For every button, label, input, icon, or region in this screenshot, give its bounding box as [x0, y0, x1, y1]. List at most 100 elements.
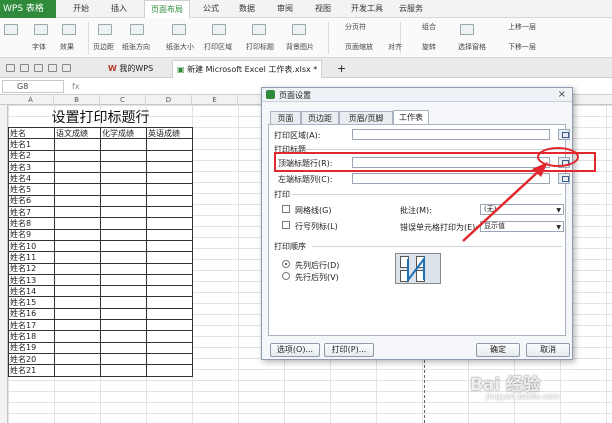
ok-button[interactable]: 确定 [476, 343, 520, 357]
cell[interactable] [146, 239, 193, 253]
cell[interactable] [54, 183, 101, 196]
ribbon-bring-forward[interactable]: 上移一层 [508, 22, 536, 32]
name-cell[interactable]: 姓名3 [8, 160, 55, 174]
header-cell-chinese[interactable]: 语文成绩 [54, 126, 101, 140]
cell[interactable] [100, 138, 147, 151]
gridlines-checkbox[interactable] [282, 205, 290, 213]
effects-icon[interactable] [62, 24, 76, 35]
name-cell[interactable]: 姓名18 [8, 330, 55, 343]
margins-icon[interactable] [98, 24, 112, 35]
comments-select[interactable]: (无) ▼ [480, 204, 564, 215]
cell[interactable] [146, 160, 193, 174]
cell[interactable] [146, 194, 193, 208]
dialog-tab-margins[interactable]: 页边距 [301, 111, 339, 125]
name-box[interactable]: G8 [2, 80, 64, 93]
cell[interactable] [54, 206, 101, 219]
cell[interactable] [146, 262, 193, 275]
cell[interactable] [100, 341, 147, 354]
column-header-b[interactable]: B [54, 95, 100, 105]
name-cell[interactable]: 姓名21 [8, 364, 55, 377]
name-cell[interactable]: 姓名15 [8, 296, 55, 309]
cell[interactable] [146, 138, 193, 151]
dialog-tab-page[interactable]: 页面 [270, 111, 301, 125]
app-menu-button[interactable]: WPS 表格 [0, 0, 56, 18]
print-area-input[interactable] [352, 129, 550, 140]
cell[interactable] [146, 273, 193, 287]
name-cell[interactable]: 姓名10 [8, 239, 55, 253]
background-image-icon[interactable] [292, 24, 306, 35]
redo-icon[interactable] [62, 64, 71, 72]
dialog-titlebar[interactable]: 页面设置 × [262, 88, 572, 102]
cell[interactable] [100, 183, 147, 196]
undo-icon[interactable] [48, 64, 57, 72]
tab-workbook[interactable]: ▣ 新建 Microsoft Excel 工作表.xlsx * [172, 60, 323, 78]
cell[interactable] [146, 296, 193, 309]
cell[interactable] [54, 160, 101, 174]
selection-pane-icon[interactable] [460, 24, 474, 35]
name-cell[interactable]: 姓名16 [8, 307, 55, 321]
cell[interactable] [146, 228, 193, 241]
font-icon[interactable] [34, 24, 48, 35]
ribbon-effects[interactable]: 效果 [60, 42, 74, 52]
ribbon-font[interactable]: 字体 [32, 42, 46, 52]
paper-size-icon[interactable] [172, 24, 186, 35]
header-cell-chemistry[interactable]: 化学成绩 [100, 126, 147, 140]
cell[interactable] [100, 160, 147, 174]
cell[interactable] [100, 330, 147, 343]
cell[interactable] [100, 364, 147, 377]
cell[interactable] [54, 341, 101, 354]
orientation-icon[interactable] [130, 24, 144, 35]
ribbon-page-zoom[interactable]: 页面缩放 [345, 42, 373, 52]
column-header-c[interactable]: C [100, 95, 146, 105]
cell[interactable] [54, 364, 101, 377]
ribbon-background[interactable]: 背景图片 [286, 42, 314, 52]
cell[interactable] [146, 217, 193, 230]
cell[interactable] [100, 251, 147, 264]
ribbon-rotate[interactable]: 旋转 [422, 42, 436, 52]
cell[interactable] [146, 341, 193, 354]
ribbon-send-backward[interactable]: 下移一层 [508, 42, 536, 52]
column-header-d[interactable]: D [146, 95, 192, 105]
cell[interactable] [54, 296, 101, 309]
cell[interactable] [54, 239, 101, 253]
cell[interactable] [146, 307, 193, 321]
name-cell[interactable]: 姓名7 [8, 206, 55, 219]
tab-review[interactable]: 审阅 [270, 0, 300, 18]
tab-my-wps[interactable]: W 我的WPS [104, 60, 157, 78]
cell[interactable] [54, 194, 101, 208]
cell[interactable] [100, 285, 147, 298]
cell[interactable] [54, 262, 101, 275]
ribbon-group[interactable]: 组合 [422, 22, 436, 32]
cell[interactable] [54, 172, 101, 185]
new-tab-button[interactable]: + [333, 60, 350, 78]
ribbon-page-break[interactable]: 分页符 [345, 22, 366, 32]
name-cell[interactable]: 姓名8 [8, 217, 55, 230]
cell[interactable] [54, 352, 101, 366]
options-button[interactable]: 选项(O)... [270, 343, 320, 357]
header-cell-name[interactable]: 姓名 [8, 126, 55, 140]
fx-label[interactable]: fx [66, 80, 256, 93]
cell[interactable] [100, 296, 147, 309]
cell[interactable] [54, 285, 101, 298]
cell[interactable] [100, 172, 147, 185]
name-cell[interactable]: 姓名1 [8, 138, 55, 151]
ribbon-margins[interactable]: 页边距 [93, 42, 114, 52]
cell[interactable] [100, 149, 147, 162]
tab-page-layout[interactable]: 页面布局 [144, 0, 190, 19]
column-header-e[interactable]: E [192, 95, 238, 105]
close-icon[interactable]: × [558, 89, 566, 100]
left-cols-range-picker-icon[interactable] [558, 173, 570, 184]
cell[interactable] [54, 251, 101, 264]
name-cell[interactable]: 姓名2 [8, 149, 55, 162]
print-titles-icon[interactable] [252, 24, 266, 35]
cell[interactable] [146, 352, 193, 366]
cell[interactable] [100, 217, 147, 230]
name-cell[interactable]: 姓名4 [8, 172, 55, 185]
cell[interactable] [100, 194, 147, 208]
name-cell[interactable]: 姓名12 [8, 262, 55, 275]
cell[interactable] [146, 149, 193, 162]
cell[interactable] [100, 352, 147, 366]
name-cell[interactable]: 姓名11 [8, 251, 55, 264]
tab-data[interactable]: 数据 [232, 0, 262, 18]
row-headers[interactable] [0, 105, 8, 423]
